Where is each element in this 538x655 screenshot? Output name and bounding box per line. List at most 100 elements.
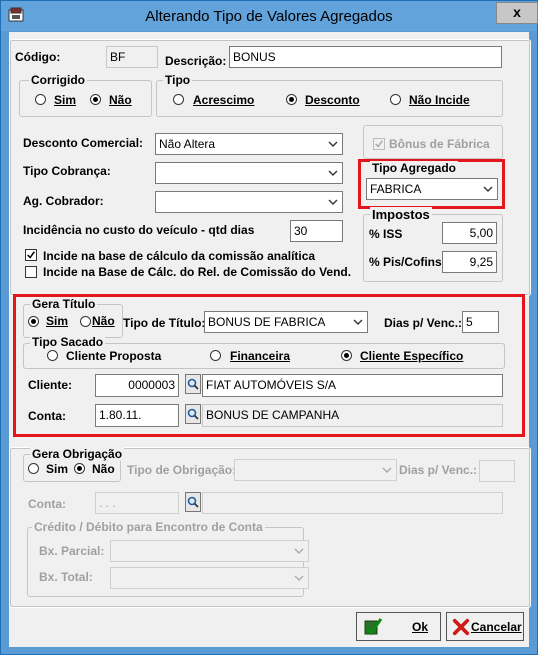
incidencia-label: Incidência no custo do veículo - qtd dia… — [23, 223, 255, 237]
tipo-cobranca-label: Tipo Cobrança: — [23, 164, 111, 178]
desconto-comercial-label: Desconto Comercial: — [23, 136, 144, 150]
tipo-sacado-title: Tipo Sacado — [30, 335, 106, 349]
tipo-acrescimo-label[interactable]: Acrescimo — [193, 93, 254, 107]
chevron-down-icon — [382, 467, 392, 473]
corrigido-nao-radio[interactable] — [90, 94, 101, 105]
tipo-cobranca-select[interactable] — [155, 162, 343, 184]
codigo-label: Código: — [15, 50, 61, 64]
tipo-titulo-select[interactable]: BONUS DE FABRICA — [204, 311, 368, 333]
cliente-code-field[interactable]: 0000003 — [95, 374, 179, 397]
desconto-comercial-select[interactable]: Não Altera — [155, 133, 343, 155]
tipo-title: Tipo — [163, 73, 193, 87]
tipo-nao-incide-label[interactable]: Não Incide — [409, 93, 470, 107]
obrigacao-conta-name-field[interactable] — [202, 492, 503, 514]
impostos-title: Impostos — [370, 207, 432, 222]
corrigido-sim-radio[interactable] — [35, 94, 46, 105]
tipo-obrigacao-select[interactable] — [234, 459, 397, 481]
title-bar[interactable]: Alterando Tipo de Valores Agregados x — [1, 1, 538, 31]
bonus-fabrica-checkbox[interactable] — [373, 138, 385, 150]
chevron-down-icon — [483, 186, 493, 192]
gera-obrigacao-nao-radio[interactable] — [74, 463, 85, 474]
tipo-obrigacao-label: Tipo de Obrigação: — [127, 463, 237, 477]
search-icon — [187, 408, 199, 420]
gera-obrigacao-sim-radio[interactable] — [28, 463, 39, 474]
obrigacao-dias-label: Dias p/ Venc.: — [399, 463, 478, 477]
dialog-body: Código: BF Descrição: BONUS Corrigido Si… — [9, 32, 531, 647]
ok-button[interactable]: Ok — [356, 612, 441, 641]
tipo-nao-incide-radio[interactable] — [390, 94, 401, 105]
cancel-button[interactable]: Cancelar — [446, 612, 524, 641]
close-icon — [452, 618, 470, 636]
pis-label: % Pis/Cofins — [369, 255, 442, 269]
corrigido-title: Corrigido — [29, 73, 87, 87]
gera-obrigacao-sim-label[interactable]: Sim — [46, 462, 68, 476]
ok-label: Ok — [412, 620, 429, 634]
comissao-checkbox[interactable] — [25, 249, 37, 261]
gera-titulo-sim-radio[interactable] — [28, 316, 39, 327]
credito-debito-title: Crédito / Débito para Encontro de Conta — [32, 520, 265, 534]
tipo-titulo-value: BONUS DE FABRICA — [208, 315, 326, 329]
pis-field[interactable]: 9,25 — [442, 251, 497, 273]
tipo-agregado-select[interactable]: FABRICA — [366, 178, 498, 200]
conta-code-field[interactable]: 1.80.11. — [95, 404, 179, 427]
cliente-especifico-radio[interactable] — [341, 350, 352, 361]
financeira-label[interactable]: Financeira — [230, 349, 290, 363]
financeira-radio[interactable] — [210, 350, 221, 361]
tipo-agregado-value: FABRICA — [370, 182, 422, 196]
bx-total-label: Bx. Total: — [39, 570, 93, 584]
tipo-acrescimo-radio[interactable] — [173, 94, 184, 105]
gera-obrigacao-title: Gera Obrigação — [30, 447, 125, 461]
check-icon — [27, 251, 35, 259]
gera-titulo-nao-radio[interactable] — [80, 316, 91, 327]
obrigacao-conta-lookup-button[interactable] — [185, 492, 201, 512]
conta-label: Conta: — [28, 409, 66, 423]
tipo-desconto-radio[interactable] — [286, 94, 297, 105]
corrigido-nao-label[interactable]: Não — [109, 93, 132, 107]
gera-titulo-title: Gera Título — [30, 297, 98, 311]
cliente-name-field[interactable]: FIAT AUTOMÓVEIS S/A — [202, 374, 503, 397]
search-icon — [187, 378, 199, 390]
gera-titulo-sim-label[interactable]: Sim — [46, 314, 68, 328]
obrigacao-conta-label: Conta: — [28, 497, 66, 511]
iss-field[interactable]: 5,00 — [442, 222, 497, 244]
rel-comissao-checkbox[interactable] — [25, 266, 37, 278]
check-icon — [375, 140, 383, 148]
ag-cobrador-label: Ag. Cobrador: — [23, 194, 104, 208]
corrigido-sim-label[interactable]: Sim — [54, 93, 76, 107]
tipo-agregado-title: Tipo Agregado — [370, 161, 458, 175]
bx-parcial-select[interactable] — [110, 540, 309, 562]
close-button[interactable]: x — [496, 2, 538, 24]
iss-label: % ISS — [369, 227, 403, 241]
gera-titulo-nao-label[interactable]: Não — [92, 314, 115, 328]
tipo-desconto-label[interactable]: Desconto — [305, 93, 360, 107]
conta-lookup-button[interactable] — [185, 404, 201, 424]
conta-name-field[interactable]: BONUS DE CAMPANHA — [202, 404, 503, 427]
cliente-label: Cliente: — [28, 378, 73, 392]
chevron-down-icon — [353, 319, 363, 325]
descricao-field[interactable]: BONUS — [229, 46, 502, 68]
window-title: Alterando Tipo de Valores Agregados — [145, 8, 393, 25]
dias-venc-field[interactable]: 5 — [462, 311, 499, 333]
check-icon — [364, 618, 383, 636]
gera-obrigacao-nao-label[interactable]: Não — [92, 462, 115, 476]
desconto-comercial-value: Não Altera — [159, 137, 216, 151]
bx-parcial-label: Bx. Parcial: — [39, 544, 105, 558]
bx-total-select[interactable] — [110, 567, 309, 589]
cliente-especifico-label[interactable]: Cliente Específico — [360, 349, 463, 363]
comissao-label: Incide na base de cálculo da comissão an… — [43, 249, 316, 263]
obrigacao-dias-field[interactable] — [479, 460, 515, 482]
ag-cobrador-select[interactable] — [155, 191, 343, 213]
bonus-fabrica-label: Bônus de Fábrica — [389, 137, 490, 151]
obrigacao-conta-code-field[interactable]: . . . — [95, 492, 179, 514]
cliente-proposta-label[interactable]: Cliente Proposta — [66, 349, 161, 363]
cliente-proposta-radio[interactable] — [47, 350, 58, 361]
dias-venc-label: Dias p/ Venc.: — [384, 316, 463, 330]
codigo-field[interactable]: BF — [106, 46, 158, 68]
cliente-lookup-button[interactable] — [185, 374, 201, 394]
dialog-window: Alterando Tipo de Valores Agregados x Có… — [0, 0, 538, 655]
tipo-titulo-label: Tipo de Título: — [123, 316, 206, 330]
rel-comissao-label: Incide na Base de Cálc. do Rel. de Comis… — [43, 265, 352, 279]
incidencia-field[interactable]: 30 — [290, 220, 343, 242]
chevron-down-icon — [328, 199, 338, 205]
search-icon — [187, 496, 199, 508]
